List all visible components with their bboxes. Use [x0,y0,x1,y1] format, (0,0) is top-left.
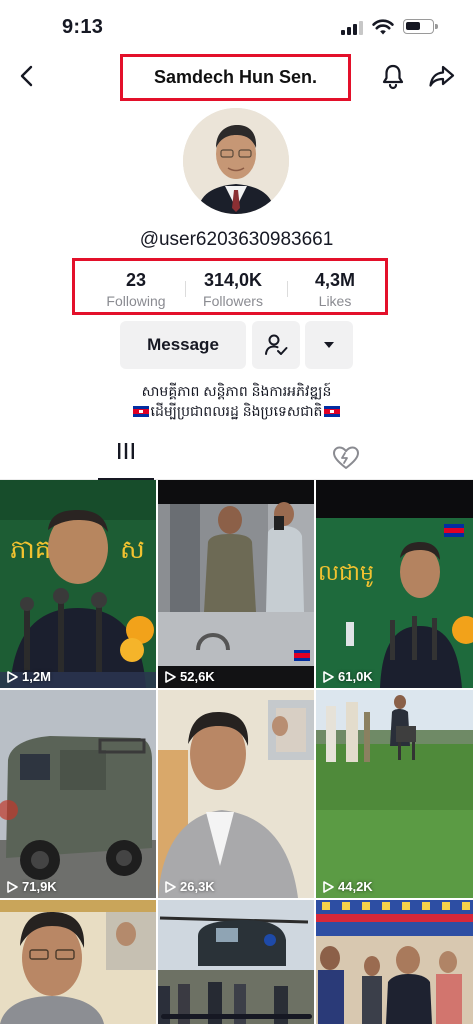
view-count: 71,9K [6,879,57,894]
battery-icon [403,19,438,34]
status-time: 9:13 [62,16,104,38]
grid-icon [118,443,134,459]
video-thumbnail-image [0,690,156,898]
play-icon [165,670,176,683]
cambodia-flag-icon [132,406,149,417]
play-icon [323,670,334,683]
cambodia-flag-icon [324,406,341,417]
video-thumbnail[interactable] [0,900,156,1024]
back-arrow-icon[interactable] [14,62,42,90]
profile-stats-highlight: 23 Following 314,0K Followers 4,3M Likes [72,258,388,315]
message-button[interactable]: Message [120,321,246,369]
share-arrow-icon[interactable] [427,62,457,90]
caret-down-icon [324,342,334,348]
view-count-value: 52,6K [180,669,215,684]
stat-label: Following [106,293,166,309]
user-check-icon [265,334,288,355]
view-count-value: 71,9K [22,879,57,894]
play-icon [7,880,18,893]
content-tabs [0,434,473,480]
video-thumbnail[interactable]: 26,3K [158,690,314,898]
video-thumbnail[interactable] [158,900,314,1024]
stat-likes[interactable]: 4,3M Likes [285,270,385,309]
video-thumbnail-image: លជាមូ [316,480,473,688]
svg-text:លជាមូ: លជាមូ [318,561,374,587]
video-thumbnail-image [0,900,156,1024]
view-count: 26,3K [164,879,215,894]
more-dropdown-button[interactable] [305,321,353,369]
play-icon [7,670,18,683]
follow-status-button[interactable] [252,321,300,369]
view-count-value: 61,0K [338,669,373,684]
stat-label: Likes [318,293,352,309]
video-thumbnail-image [158,690,314,898]
status-bar: 9:13 [0,0,473,52]
username-handle: @user6203630983661 [139,229,334,250]
svg-text:ស: ស [120,535,145,565]
video-thumbnail[interactable]: លជាមូ 61,0K [316,480,473,688]
video-thumbnail[interactable]: 44,2K [316,690,473,898]
profile-name-highlight: Samdech Hun Sen. [120,54,351,101]
cellular-signal-icon [341,21,363,35]
video-thumbnail-image [158,480,314,688]
view-count: 61,0K [322,669,373,684]
video-thumbnail[interactable]: 52,6K [158,480,314,688]
notification-bell-icon[interactable] [379,62,407,90]
view-count-value: 26,3K [180,879,215,894]
page-title: Samdech Hun Sen. [153,67,318,87]
tab-videos[interactable] [98,440,154,480]
video-thumbnail-image [316,900,473,1024]
profile-bio: សាមគ្គីភាព សន្តិភាព និងការអភិវឌ្ឍន៍ ដើម្… [0,381,473,421]
wifi-icon [372,19,394,35]
bio-line-2: ដើម្បីប្រជាពលរដ្ឋ និងប្រទេសជាតិ [0,401,473,421]
play-icon [165,880,176,893]
video-thumbnail[interactable] [316,900,473,1024]
stat-followers[interactable]: 314,0K Followers [183,270,283,309]
view-count: 1,2M [6,669,51,684]
video-thumbnail-image [316,690,473,898]
view-count: 44,2K [322,879,373,894]
view-count: 52,6K [164,669,215,684]
view-count-value: 1,2M [22,669,51,684]
stat-following[interactable]: 23 Following [86,270,186,309]
video-thumbnail-image: ភាគ ស [0,480,156,688]
profile-header: Samdech Hun Sen. [0,52,473,102]
stat-value: 314,0K [203,270,263,290]
video-thumbnail[interactable]: ភាគ ស 1,2M [0,480,156,688]
play-icon [323,880,334,893]
stat-value: 4,3M [314,270,356,290]
avatar-portrait [183,108,289,214]
avatar[interactable] [183,108,289,214]
stat-label: Followers [203,293,263,309]
svg-text:ភាគ: ភាគ [10,535,51,565]
bio-line-1: សាមគ្គីភាព សន្តិភាព និងការអភិវឌ្ឍន៍ [141,383,332,399]
stat-value: 23 [125,270,147,290]
view-count-value: 44,2K [338,879,373,894]
liked-heart-icon[interactable] [331,444,361,472]
video-thumbnail[interactable]: 71,9K [0,690,156,898]
bio-line-2-text: ដើម្បីប្រជាពលរដ្ឋ និងប្រទេសជាតិ [150,403,323,419]
home-indicator [161,1014,312,1019]
video-thumbnail-image [158,900,314,1024]
